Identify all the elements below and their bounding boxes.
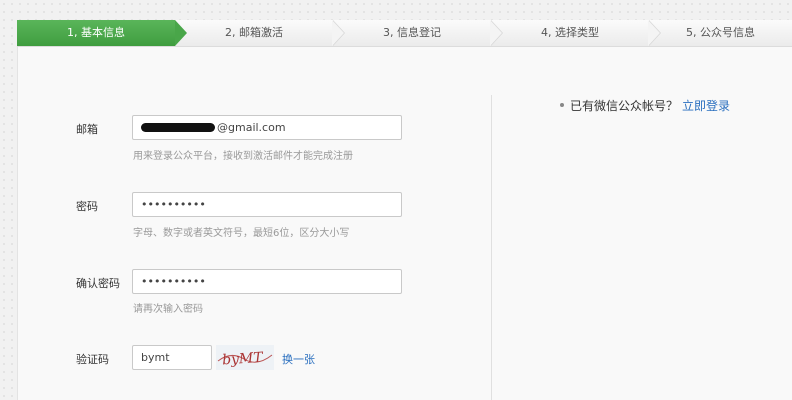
password-field-value: •••••••••• [141, 198, 206, 211]
refresh-captcha-link[interactable]: 换一张 [282, 351, 315, 367]
have-account-question: 已有微信公众帐号？ [570, 99, 679, 113]
captcha-label: 验证码 [76, 353, 109, 366]
confirm-password-hint: 请再次输入密码 [133, 304, 203, 315]
redacted-email-user [141, 122, 215, 132]
captcha-image-text: byMT [222, 350, 265, 369]
confirm-password-field-value: •••••••••• [141, 275, 206, 288]
confirm-password-label: 确认密码 [76, 277, 120, 290]
captcha-input-value: bymt [141, 351, 170, 364]
password-field[interactable]: •••••••••• [132, 192, 402, 217]
step-select-type: 4, 选择类型 [541, 26, 599, 39]
step-info-registration: 3, 信息登记 [383, 26, 441, 39]
captcha-image[interactable]: byMT [216, 345, 274, 370]
captcha-input[interactable]: bymt [132, 345, 212, 370]
email-field-value: @gmail.com [217, 121, 286, 134]
email-hint: 用来登录公众平台，接收到激活邮件才能完成注册 [133, 151, 353, 162]
password-hint: 字母、数字或者英文符号，最短6位，区分大小写 [133, 228, 350, 239]
column-divider [491, 95, 492, 400]
step-email-activation: 2, 邮箱激活 [225, 26, 283, 39]
email-field[interactable]: @gmail.com [132, 115, 402, 140]
login-link[interactable]: 立即登录 [682, 99, 730, 113]
step-account-info: 5, 公众号信息 [686, 26, 755, 39]
step-basic-info: 1, 基本信息 [17, 20, 187, 46]
password-label: 密码 [76, 200, 98, 213]
have-account-text: 已有微信公众帐号？ 立即登录 [570, 97, 730, 114]
registration-steps: 1, 基本信息 2, 邮箱激活 3, 信息登记 4, 选择类型 5, 公众号信息 [17, 20, 792, 47]
email-label: 邮箱 [76, 123, 98, 136]
bullet-icon [560, 103, 564, 107]
confirm-password-field[interactable]: •••••••••• [132, 269, 402, 294]
